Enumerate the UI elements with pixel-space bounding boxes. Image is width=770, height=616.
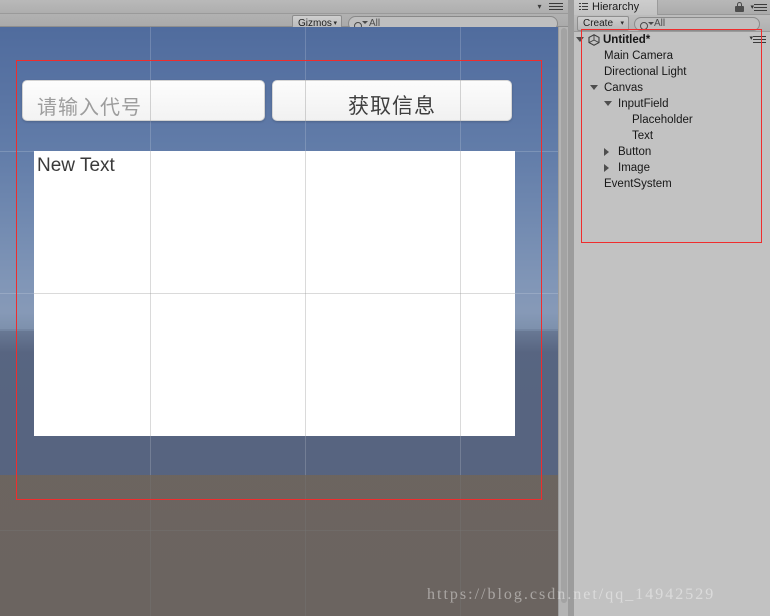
hierarchy-item-label: Placeholder: [632, 114, 693, 126]
hierarchy-item-placeholder[interactable]: Placeholder: [574, 112, 770, 128]
scene-tabstrip-caret-icon[interactable]: ▾: [535, 2, 544, 11]
ui-get-info-button[interactable]: 获取信息: [272, 80, 512, 121]
create-label: Create: [583, 18, 614, 29]
scene-scrollbar-thumb[interactable]: [561, 28, 567, 603]
ground-grid-line-v2: [305, 475, 306, 616]
hierarchy-item-label: Text: [632, 130, 654, 142]
hierarchy-item-label: Image: [618, 162, 650, 174]
scene-toolbar: ▾ Gizmos ▾ All: [0, 0, 568, 32]
ui-button-label: 获取信息: [348, 94, 436, 118]
hierarchy-search-input[interactable]: All: [634, 17, 760, 31]
hierarchy-item-eventsystem[interactable]: EventSystem: [574, 176, 770, 192]
hierarchy-item-canvas[interactable]: Canvas: [574, 80, 770, 96]
chevron-down-icon: ▾: [620, 20, 624, 27]
chevron-down-icon[interactable]: [604, 101, 612, 106]
tab-hierarchy[interactable]: Hierarchy: [574, 0, 658, 15]
ui-text-label: New Text: [37, 155, 115, 176]
hierarchy-item-list: Main Camera Directional Light Canvas InputF…: [574, 48, 770, 192]
hierarchy-item-text[interactable]: Text: [574, 128, 770, 144]
search-caret-icon: [648, 22, 654, 25]
ui-input-field[interactable]: 请输入代号: [22, 80, 265, 121]
create-dropdown-button[interactable]: Create ▾: [577, 16, 629, 31]
hierarchy-item-label: Directional Light: [604, 66, 687, 78]
hierarchy-row-menu-icon[interactable]: [753, 34, 766, 44]
hierarchy-item-directional-light[interactable]: Directional Light: [574, 64, 770, 80]
hierarchy-tab-row: Hierarchy ▾: [574, 0, 770, 15]
unity-editor-window: ▾ Gizmos ▾ All New Text 请输入代号 获取信息 Hiera…: [0, 0, 770, 616]
ground-grid-line-v3: [460, 475, 461, 616]
hierarchy-item-label: EventSystem: [604, 178, 672, 190]
chevron-right-icon[interactable]: [604, 148, 609, 156]
tab-hierarchy-label: Hierarchy: [592, 1, 640, 13]
ground-grid-line-v1: [150, 475, 151, 616]
ui-input-placeholder: 请输入代号: [37, 95, 142, 119]
hierarchy-tab-menu-icon[interactable]: [754, 2, 767, 12]
input-grid-line: [150, 80, 151, 121]
hierarchy-item-image[interactable]: Image: [574, 160, 770, 176]
list-icon: [579, 3, 588, 11]
ground-grid-line-h1: [0, 530, 558, 531]
hierarchy-item-label: Main Camera: [604, 50, 674, 62]
button-grid-line-1: [305, 80, 306, 121]
hierarchy-item-main-camera[interactable]: Main Camera: [574, 48, 770, 64]
hierarchy-scene-name: Untitled*: [603, 34, 651, 46]
search-icon: [640, 20, 648, 32]
scene-tabstrip-menu-icon[interactable]: [549, 1, 563, 12]
panel-grid-line-h1: [34, 293, 515, 294]
hierarchy-item-button[interactable]: Button: [574, 144, 770, 160]
hierarchy-scene-row[interactable]: Untitled* ▾: [574, 32, 770, 48]
hierarchy-toolbar: Create ▾ All: [574, 15, 770, 32]
hierarchy-item-label: Canvas: [604, 82, 643, 94]
hierarchy-search-value: All: [654, 18, 666, 29]
chevron-down-icon[interactable]: [590, 85, 598, 90]
button-grid-line-2: [460, 80, 461, 121]
lock-icon[interactable]: [735, 2, 744, 13]
hierarchy-item-label: InputField: [618, 98, 669, 110]
unity-scene-icon: [588, 34, 600, 46]
chevron-down-icon[interactable]: [576, 37, 584, 42]
hierarchy-item-inputfield[interactable]: InputField: [574, 96, 770, 112]
search-caret-icon: [362, 21, 368, 24]
hierarchy-panel: Hierarchy ▾ Create ▾ All Untitled* ▾ Mai…: [574, 0, 770, 616]
scene-viewport[interactable]: New Text 请输入代号 获取信息: [0, 27, 558, 616]
hierarchy-item-label: Button: [618, 146, 652, 158]
scene-view-panel: ▾ Gizmos ▾ All New Text 请输入代号 获取信息: [0, 0, 568, 616]
scene-vertical-scrollbar[interactable]: [558, 27, 568, 616]
chevron-right-icon[interactable]: [604, 164, 609, 172]
hierarchy-tree[interactable]: Untitled* ▾ Main Camera Directional Light…: [574, 32, 770, 616]
scene-tabstrip: ▾: [0, 0, 568, 14]
